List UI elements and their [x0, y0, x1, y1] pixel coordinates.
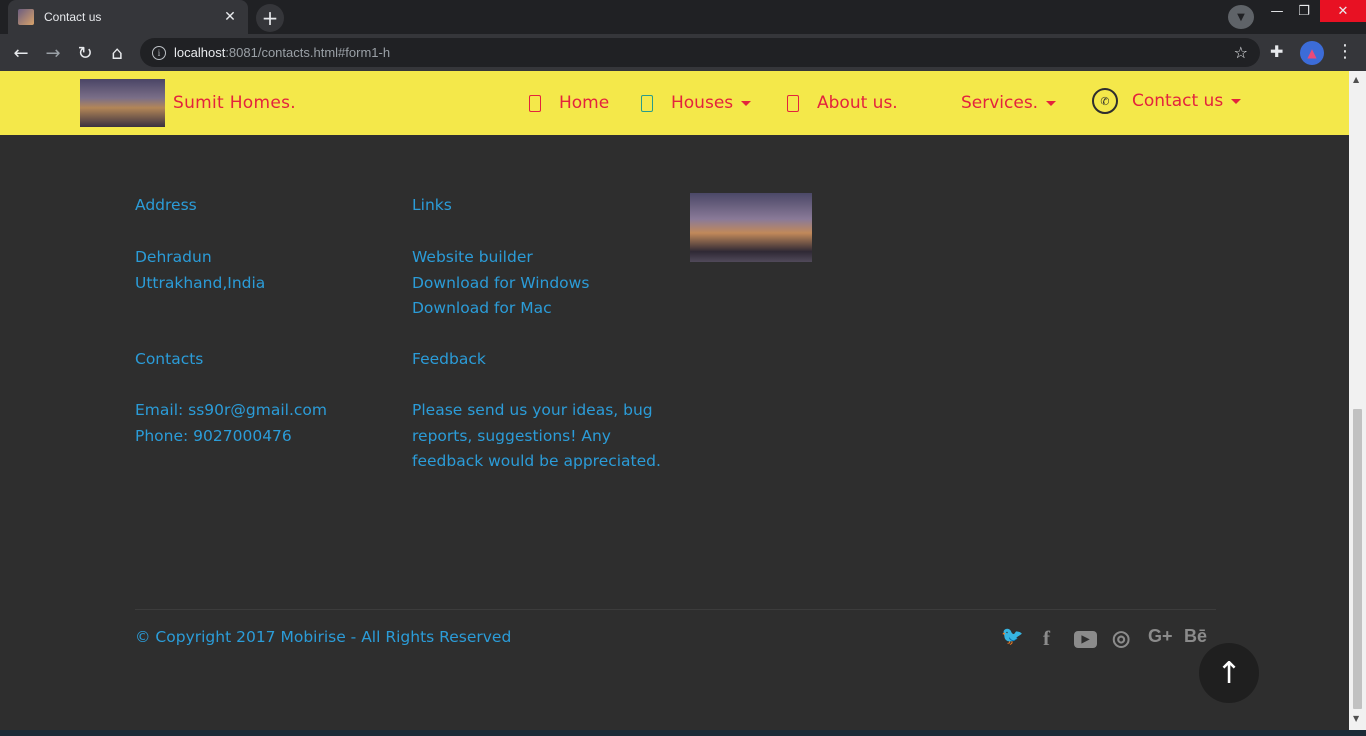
profile-icon: ▲ [1307, 46, 1317, 60]
brand-name[interactable]: Sumit Homes. [173, 93, 296, 113]
google-plus-icon[interactable]: G+ [1148, 626, 1173, 647]
scroll-up-icon[interactable]: ▲ [1353, 75, 1359, 84]
minimize-button[interactable]: — [1262, 0, 1292, 22]
tab-search-button[interactable]: ▼ [1228, 5, 1254, 29]
arrow-right-icon: → [45, 42, 61, 64]
scroll-thumb[interactable] [1353, 409, 1362, 709]
links-heading: Links [412, 196, 452, 214]
back-to-top-button[interactable]: ↑ [1199, 643, 1259, 703]
nav-item-about[interactable]: About us. [787, 93, 898, 113]
footer-link-website-builder[interactable]: Website builder [412, 245, 589, 271]
page-scrollbar[interactable]: ▲ ▼ [1349, 71, 1366, 730]
forward-button[interactable]: → [40, 40, 66, 66]
whatsapp-icon: ✆ [1092, 88, 1118, 114]
bookmark-star-icon[interactable]: ☆ [1234, 43, 1248, 62]
home-icon [529, 94, 541, 112]
feedback-line: feedback would be appreciated. [412, 452, 661, 470]
houses-icon [641, 94, 653, 112]
caret-down-icon [741, 100, 752, 106]
site-navbar: Sumit Homes. Home Houses About us. Servi… [0, 71, 1349, 135]
nav-about-label: About us. [817, 93, 898, 113]
feedback-line: reports, suggestions! Any [412, 426, 611, 445]
feedback-heading: Feedback [412, 350, 486, 368]
address-bar[interactable]: i localhost:8081/contacts.html#form1-h ☆ [140, 38, 1260, 67]
about-icon [787, 94, 799, 112]
browser-tab[interactable]: Contact us ✕ [8, 0, 248, 34]
facebook-icon[interactable]: f [1043, 626, 1050, 651]
tab-close-icon[interactable]: ✕ [222, 9, 238, 25]
home-button[interactable]: ⌂ [104, 40, 130, 66]
contacts-heading: Contacts [135, 350, 204, 368]
copyright-text: © Copyright 2017 Mobirise - All Rights R… [135, 628, 512, 646]
arrow-left-icon: ← [13, 42, 29, 64]
home-icon: ⌂ [111, 42, 123, 64]
twitter-icon[interactable]: 🐦 [1001, 626, 1023, 647]
info-icon[interactable]: i [152, 45, 166, 60]
footer-link-download-mac[interactable]: Download for Mac [412, 296, 589, 322]
reload-button[interactable]: ↻ [72, 40, 98, 66]
reload-icon: ↻ [77, 42, 93, 64]
caret-down-icon [1231, 98, 1242, 104]
footer-link-download-windows[interactable]: Download for Windows [412, 271, 589, 297]
url-host: localhost [174, 45, 226, 60]
tab-favicon-icon [18, 9, 34, 25]
nav-item-contact[interactable]: ✆ Contact us [1092, 88, 1242, 114]
footer-divider [135, 609, 1216, 610]
contacts-block: Email: ss90r@gmail.com Phone: 9027000476 [135, 398, 327, 449]
footer-house-image [690, 193, 812, 262]
nav-home-label: Home [559, 93, 610, 113]
extensions-puzzle-icon[interactable]: ✚ [1270, 42, 1283, 61]
address-block: Dehradun Uttrakhand,India [135, 245, 265, 296]
caret-down-icon [1046, 100, 1057, 106]
contact-email[interactable]: Email: ss90r@gmail.com [135, 398, 327, 424]
address-line: Uttrakhand,India [135, 273, 266, 292]
back-button[interactable]: ← [8, 40, 34, 66]
behance-icon[interactable]: Bē [1184, 626, 1207, 647]
os-taskbar [0, 730, 1366, 736]
window-close-button[interactable]: ✕ [1320, 0, 1366, 22]
arrow-up-icon: ↑ [1216, 655, 1242, 691]
url-path: :8081/contacts.html#form1-h [225, 45, 391, 60]
page-viewport: Sumit Homes. Home Houses About us. Servi… [0, 71, 1349, 730]
browser-toolbar: ← → ↻ ⌂ i localhost:8081/contacts.html#f… [0, 34, 1366, 71]
browser-menu-icon[interactable]: ⋮ [1336, 41, 1354, 62]
scroll-down-icon[interactable]: ▼ [1353, 714, 1359, 723]
restore-button[interactable]: ❐ [1289, 0, 1319, 22]
nav-item-services[interactable]: Services. [961, 93, 1057, 113]
nav-item-home[interactable]: Home [529, 93, 609, 113]
address-line: Dehradun [135, 248, 212, 266]
contact-phone[interactable]: Phone: 9027000476 [135, 424, 327, 450]
browser-tabbar: Contact us ✕ + ▼ — ❐ ✕ [0, 0, 1366, 34]
youtube-icon[interactable]: ▶ [1074, 626, 1097, 648]
nav-contact-label: Contact us [1132, 91, 1224, 111]
profile-avatar[interactable]: ▲ [1300, 41, 1324, 65]
chevron-down-icon: ▼ [1237, 11, 1245, 23]
nav-item-houses[interactable]: Houses [641, 93, 752, 113]
links-list: Website builder Download for Windows Dow… [412, 245, 589, 322]
nav-houses-label: Houses [671, 93, 734, 113]
feedback-text: Please send us your ideas, bug reports, … [412, 398, 661, 475]
instagram-icon[interactable]: ◎ [1112, 626, 1130, 651]
address-heading: Address [135, 196, 197, 214]
feedback-line: Please send us your ideas, bug [412, 401, 653, 419]
nav-services-label: Services. [961, 93, 1039, 113]
tab-title: Contact us [44, 10, 102, 24]
brand-logo-image[interactable] [80, 79, 165, 127]
new-tab-button[interactable]: + [256, 4, 284, 32]
